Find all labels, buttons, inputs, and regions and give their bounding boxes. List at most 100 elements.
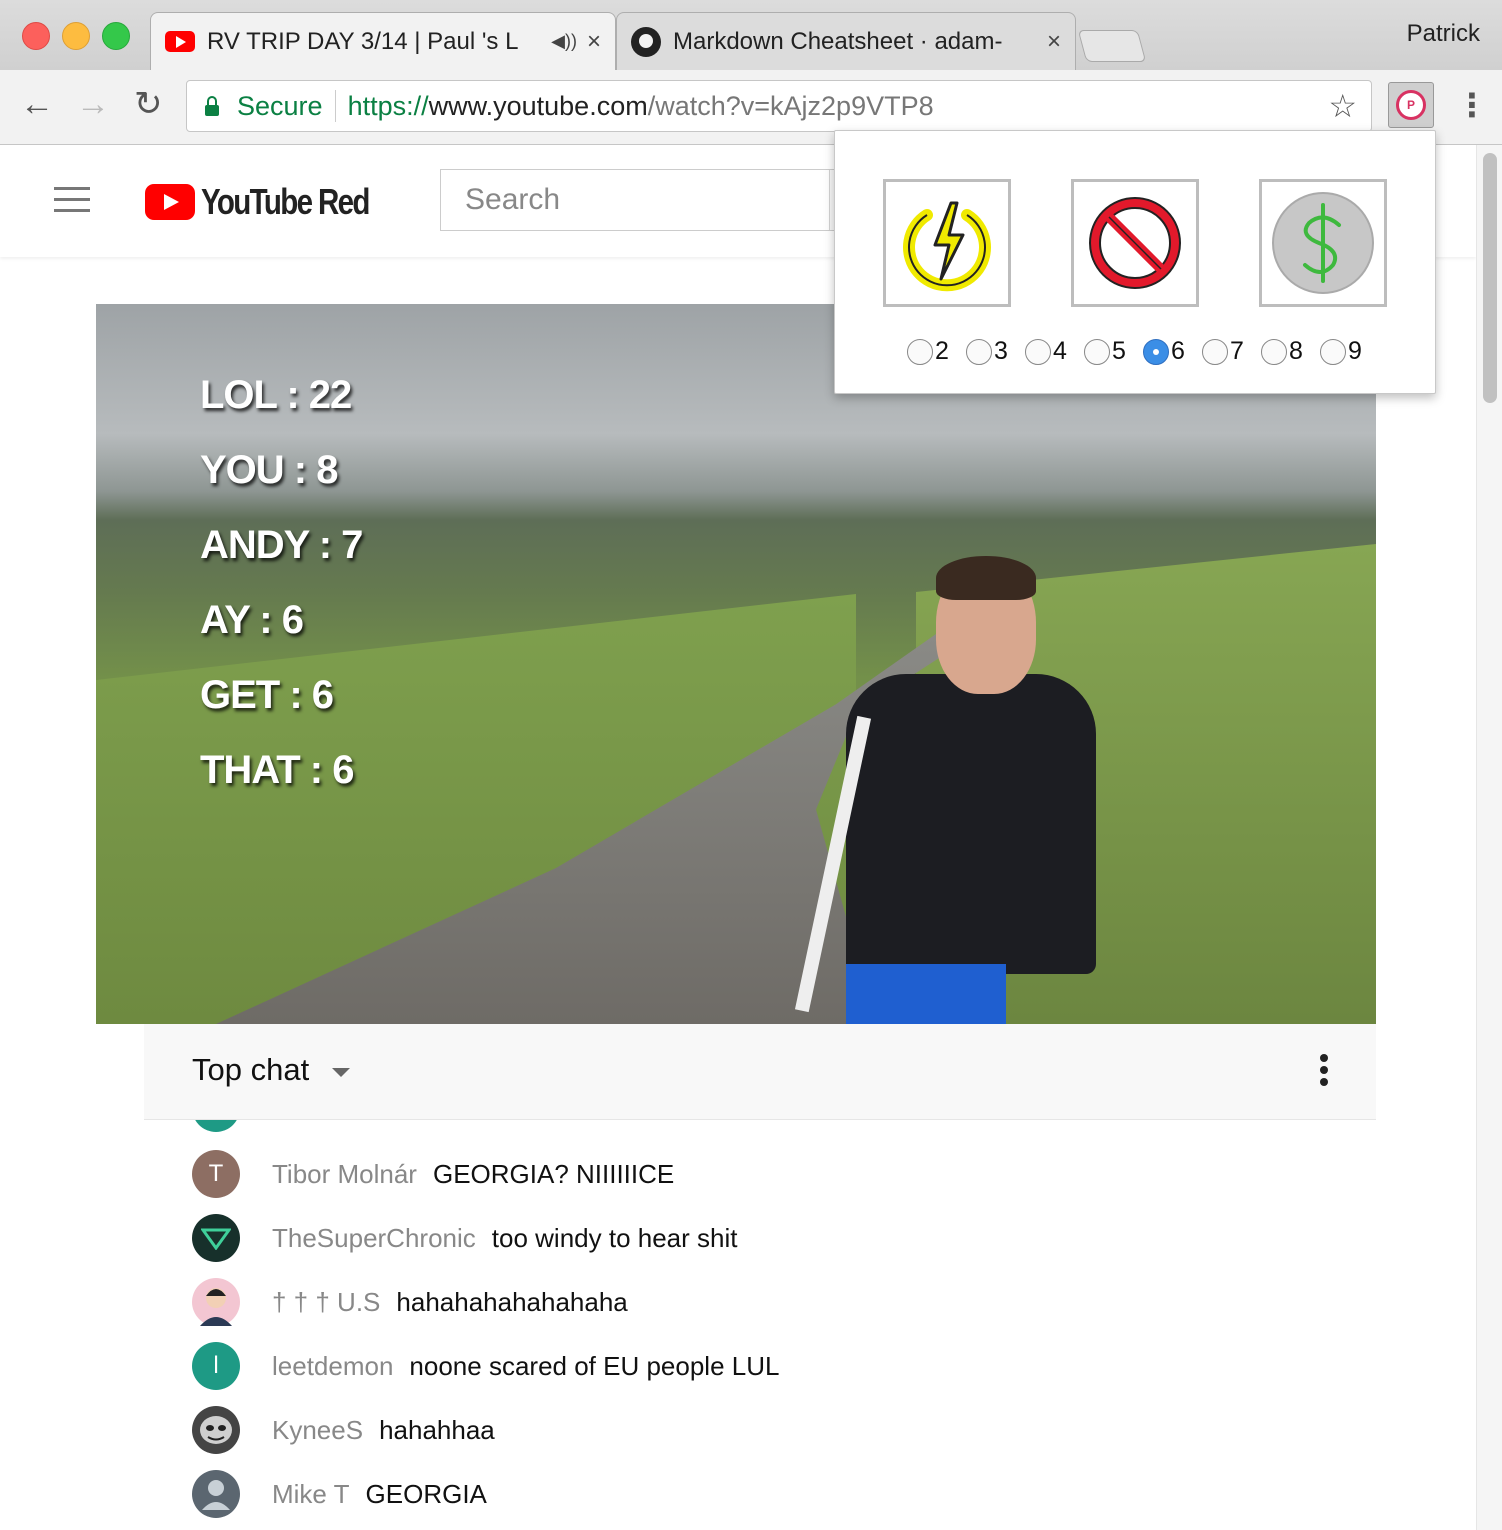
bookmark-star-icon[interactable]: ☆ <box>1328 87 1357 125</box>
close-window-button[interactable] <box>22 22 50 50</box>
browser-menu-button[interactable]: ⋮ <box>1456 86 1488 124</box>
chat-text: too windy to hear shit <box>491 1222 738 1253</box>
chat-author[interactable]: † † † U.S <box>272 1287 380 1318</box>
hamburger-menu-icon[interactable] <box>54 187 90 213</box>
tab-title: RV TRIP DAY 3/14 | Paul 's L <box>207 27 519 55</box>
chat-author[interactable]: KyneeS <box>272 1415 363 1446</box>
url-path: /watch?v=kAjz2p9VTP8 <box>647 90 934 121</box>
secure-label: Secure <box>237 90 323 121</box>
address-bar[interactable]: Secure https://www.youtube.com/watch?v=k… <box>186 80 1372 132</box>
tab-title: Markdown Cheatsheet · adam- <box>673 27 1003 55</box>
chat-message: Mike T GEORGIA <box>192 1470 487 1518</box>
chat-author[interactable]: leetdemon <box>272 1351 393 1382</box>
avatar <box>192 1120 240 1132</box>
radio-label: 7 <box>1230 337 1244 365</box>
avatar[interactable] <box>192 1214 240 1262</box>
chat-text: hahahahahahahaha <box>396 1286 628 1317</box>
profile-name[interactable]: Patrick <box>1407 20 1480 48</box>
logo-text: YouTube Red <box>201 181 370 222</box>
minimize-window-button[interactable] <box>62 22 90 50</box>
extension-icon: P <box>1396 90 1426 120</box>
chat-message: TheSuperChronic too windy to hear shit <box>192 1214 737 1262</box>
chat-text: GEORGIA <box>365 1478 487 1509</box>
word-count-stat: YOU : 8 <box>200 448 338 492</box>
page-scrollbar[interactable] <box>1476 145 1502 1530</box>
video-person <box>786 556 1116 1024</box>
reload-button[interactable]: ↻ <box>134 84 163 124</box>
chat-message: l leetdemon noone scared of EU people LU… <box>192 1342 779 1390</box>
new-tab-button[interactable] <box>1077 30 1147 62</box>
youtube-red-logo[interactable]: YouTube Red <box>145 181 406 223</box>
youtube-play-icon <box>145 184 195 220</box>
speaker-icon[interactable]: ◀︎)) <box>551 31 577 52</box>
radio-label: 9 <box>1348 337 1362 365</box>
word-count-overlay: LOL : 22 YOU : 8 ANDY : 7 AY : 6 GET : 6… <box>200 370 363 820</box>
tab-close-button[interactable]: × <box>1047 28 1061 56</box>
url-scheme: https:// <box>347 90 429 121</box>
radio-option-9[interactable]: 9 <box>1320 337 1374 366</box>
power-lightning-icon <box>903 201 991 292</box>
radio-button[interactable] <box>1261 338 1287 365</box>
search-input[interactable] <box>441 170 829 230</box>
radio-option-4[interactable]: 4 <box>1025 337 1079 366</box>
radio-button[interactable] <box>1025 338 1051 365</box>
maximize-window-button[interactable] <box>102 22 130 50</box>
avatar[interactable] <box>192 1406 240 1454</box>
back-button[interactable]: ← <box>20 84 54 124</box>
mask-avatar-icon <box>200 1416 232 1444</box>
chat-author[interactable]: Mike T <box>272 1479 350 1510</box>
chat-author[interactable]: Tibor Molnár <box>272 1159 417 1190</box>
forward-button[interactable]: → <box>76 84 110 124</box>
radio-label: 5 <box>1112 337 1126 365</box>
block-button[interactable] <box>1071 179 1199 307</box>
chat-messages: T Tibor Molnár GEORGIA? NIIIIIICE TheSup… <box>144 1120 1346 1530</box>
scrollbar-thumb[interactable] <box>1483 153 1497 403</box>
chat-mode-selector[interactable]: Top chat <box>192 1052 309 1088</box>
word-count-stat: LOL : 22 <box>200 373 352 417</box>
radio-button[interactable] <box>1202 338 1228 365</box>
search-box <box>440 169 840 231</box>
count-radio-group: 2 3 4 5 6 7 8 9 <box>907 337 1379 366</box>
word-count-stat: ANDY : 7 <box>200 523 363 567</box>
radio-option-5[interactable]: 5 <box>1084 337 1138 366</box>
tab-close-button[interactable]: × <box>587 28 601 56</box>
radio-label: 8 <box>1289 337 1303 365</box>
prohibited-icon <box>1089 197 1181 289</box>
dollar-coin-icon <box>1272 192 1374 294</box>
radio-button-selected[interactable] <box>1143 338 1169 365</box>
tab-youtube[interactable]: RV TRIP DAY 3/14 | Paul 's L ◀︎)) × <box>150 12 616 70</box>
extension-button[interactable]: P <box>1388 82 1434 128</box>
chevron-down-icon[interactable] <box>332 1068 350 1077</box>
money-button[interactable] <box>1259 179 1387 307</box>
chat-header: Top chat <box>144 1024 1376 1120</box>
more-options-icon[interactable] <box>1320 1054 1328 1090</box>
superman-logo-icon <box>201 1228 231 1250</box>
radio-option-7[interactable]: 7 <box>1202 337 1256 366</box>
radio-option-3[interactable]: 3 <box>966 337 1020 366</box>
chat-message: T Tibor Molnár GEORGIA? NIIIIIICE <box>192 1150 674 1198</box>
default-user-icon <box>202 1480 230 1510</box>
avatar[interactable]: T <box>192 1150 240 1198</box>
avatar[interactable]: l <box>192 1342 240 1390</box>
radio-label: 2 <box>935 337 949 365</box>
chat-author[interactable]: TheSuperChronic <box>272 1223 476 1254</box>
lock-icon <box>205 95 219 116</box>
url-host: www.youtube.com <box>428 90 648 121</box>
radio-button[interactable] <box>1320 338 1346 365</box>
radio-option-6[interactable]: 6 <box>1143 337 1197 366</box>
power-mode-button[interactable] <box>883 179 1011 307</box>
video-player[interactable]: LOL : 22 YOU : 8 ANDY : 7 AY : 6 GET : 6… <box>96 304 1376 1024</box>
tab-github[interactable]: Markdown Cheatsheet · adam- × <box>616 12 1076 70</box>
chat-text: noone scared of EU people LUL <box>409 1350 780 1381</box>
youtube-icon <box>165 31 195 52</box>
radio-option-8[interactable]: 8 <box>1261 337 1315 366</box>
radio-button[interactable] <box>907 338 933 365</box>
radio-button[interactable] <box>966 338 992 365</box>
word-count-stat: THAT : 6 <box>200 748 354 792</box>
avatar[interactable] <box>192 1470 240 1518</box>
avatar[interactable] <box>192 1278 240 1326</box>
radio-option-2[interactable]: 2 <box>907 337 961 366</box>
radio-button[interactable] <box>1084 338 1110 365</box>
radio-label: 4 <box>1053 337 1067 365</box>
github-icon <box>631 26 661 57</box>
